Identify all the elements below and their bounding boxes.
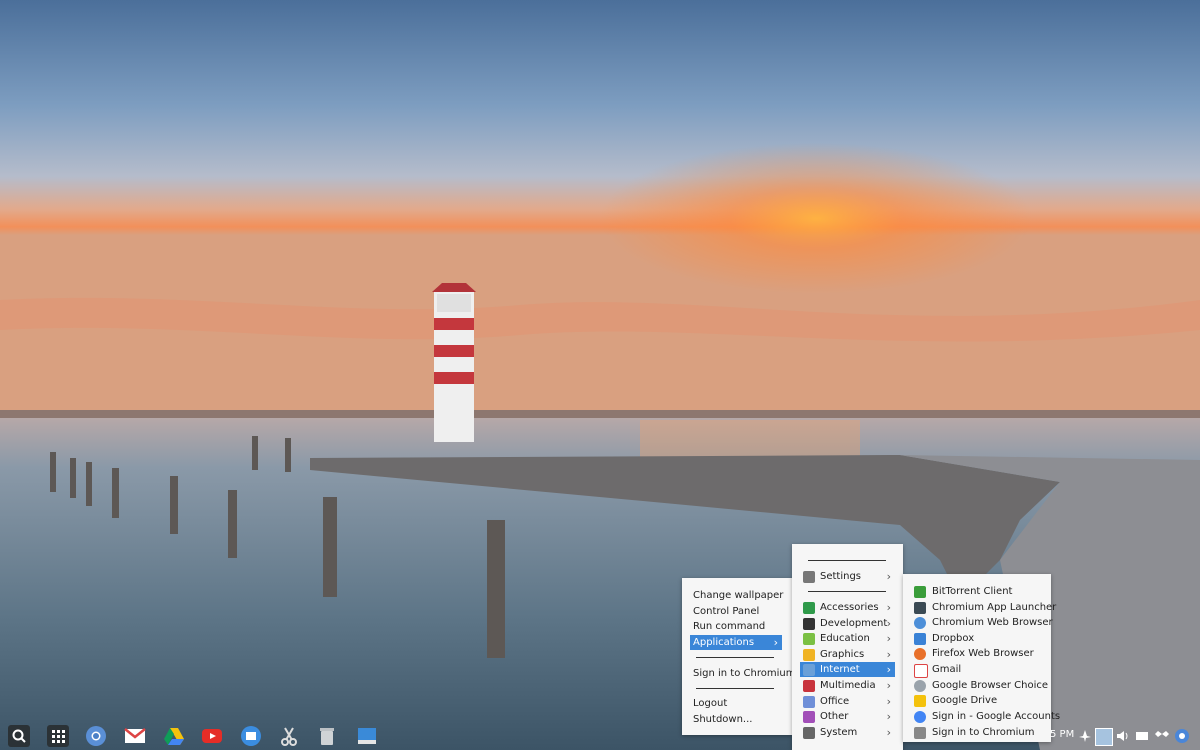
menu-item-sign-in-chromium[interactable]: Sign in to Chromium [682, 666, 795, 681]
volume-icon[interactable] [1116, 729, 1130, 743]
google-drive-icon [914, 695, 926, 707]
chevron-right-icon: › [886, 648, 891, 661]
network-icon[interactable] [1078, 729, 1092, 743]
menu-item-browser-choice[interactable]: Google Browser Choice [903, 678, 1051, 693]
chevron-right-icon: › [886, 570, 891, 583]
search-icon[interactable] [8, 725, 30, 747]
files-icon[interactable] [240, 725, 262, 747]
app-launcher-icon[interactable] [47, 725, 69, 747]
office-icon [803, 696, 815, 708]
education-icon [803, 633, 815, 645]
menu-item-multimedia[interactable]: Multimedia › [792, 678, 903, 693]
multimedia-icon [803, 680, 815, 692]
menu-item-app-launcher[interactable]: Chromium App Launcher [903, 600, 1056, 615]
menu-separator [696, 688, 774, 689]
menu-item-bittorrent[interactable]: BitTorrent Client [903, 584, 1051, 599]
menu-item-graphics[interactable]: Graphics › [792, 647, 903, 662]
google-drive-icon[interactable] [163, 725, 185, 747]
chromium-icon[interactable] [1174, 728, 1190, 744]
user-avatar-icon[interactable] [1095, 728, 1113, 746]
internet-submenu: BitTorrent Client Chromium App Launcher … [903, 574, 1060, 742]
menu-item-chromium[interactable]: Chromium Web Browser [903, 615, 1053, 630]
dropbox-icon [914, 633, 926, 645]
app-launcher-icon [914, 602, 926, 614]
menu-item-dropbox[interactable]: Dropbox [903, 631, 1051, 646]
menu-item-gmail[interactable]: Gmail [903, 662, 1051, 678]
menu-separator [696, 657, 774, 658]
browser-choice-icon [914, 680, 926, 692]
chevron-right-icon: › [886, 632, 891, 645]
menu-item-change-wallpaper[interactable]: Change wallpaper [682, 588, 792, 603]
chevron-right-icon: › [886, 679, 891, 692]
menu-separator [808, 560, 886, 561]
dropbox-icon[interactable] [1155, 729, 1169, 743]
menu-item-run-command[interactable]: Run command [682, 619, 792, 634]
menu-item-google-drive[interactable]: Google Drive [903, 693, 1051, 708]
chevron-right-icon: › [886, 663, 891, 676]
accessories-icon [803, 602, 815, 614]
chromium-icon [914, 617, 926, 629]
menu-item-control-panel[interactable]: Control Panel [682, 604, 792, 619]
gmail-icon [914, 664, 928, 678]
menu-item-accessories[interactable]: Accessories › [792, 600, 903, 615]
menu-item-education[interactable]: Education › [792, 631, 903, 646]
window-icon[interactable] [356, 725, 378, 747]
chromium-icon[interactable] [85, 725, 107, 747]
menu-item-applications[interactable]: Applications › [690, 635, 782, 650]
clock[interactable]: 5 PM [1050, 729, 1074, 740]
graphics-icon [803, 649, 815, 661]
menu-separator [808, 591, 886, 592]
chevron-right-icon: › [886, 695, 891, 708]
desktop-context-menu: Change wallpaper Control Panel Run comma… [682, 578, 795, 735]
menu-item-office[interactable]: Office › [792, 694, 903, 709]
shelf: 5 PM [0, 722, 1200, 750]
scissors-icon[interactable] [278, 725, 300, 747]
gmail-icon[interactable] [124, 725, 146, 747]
youtube-icon[interactable] [201, 725, 223, 747]
development-icon [803, 618, 815, 630]
internet-icon [803, 664, 815, 676]
firefox-icon [914, 648, 926, 660]
keyboard-icon[interactable] [1135, 729, 1149, 743]
bittorrent-icon [914, 586, 926, 598]
menu-item-settings[interactable]: Settings › [792, 569, 903, 584]
menu-item-firefox[interactable]: Firefox Web Browser [903, 646, 1051, 661]
chevron-right-icon: › [886, 601, 891, 614]
settings-icon [803, 571, 815, 583]
menu-item-development[interactable]: Development › [792, 616, 903, 631]
chevron-right-icon: › [886, 617, 891, 630]
chevron-right-icon: › [773, 636, 778, 649]
applications-submenu: Settings › Accessories › Development › E… [792, 544, 903, 750]
trash-icon[interactable] [316, 725, 338, 747]
menu-item-internet[interactable]: Internet › [800, 662, 895, 677]
menu-item-logout[interactable]: Logout [682, 696, 792, 711]
